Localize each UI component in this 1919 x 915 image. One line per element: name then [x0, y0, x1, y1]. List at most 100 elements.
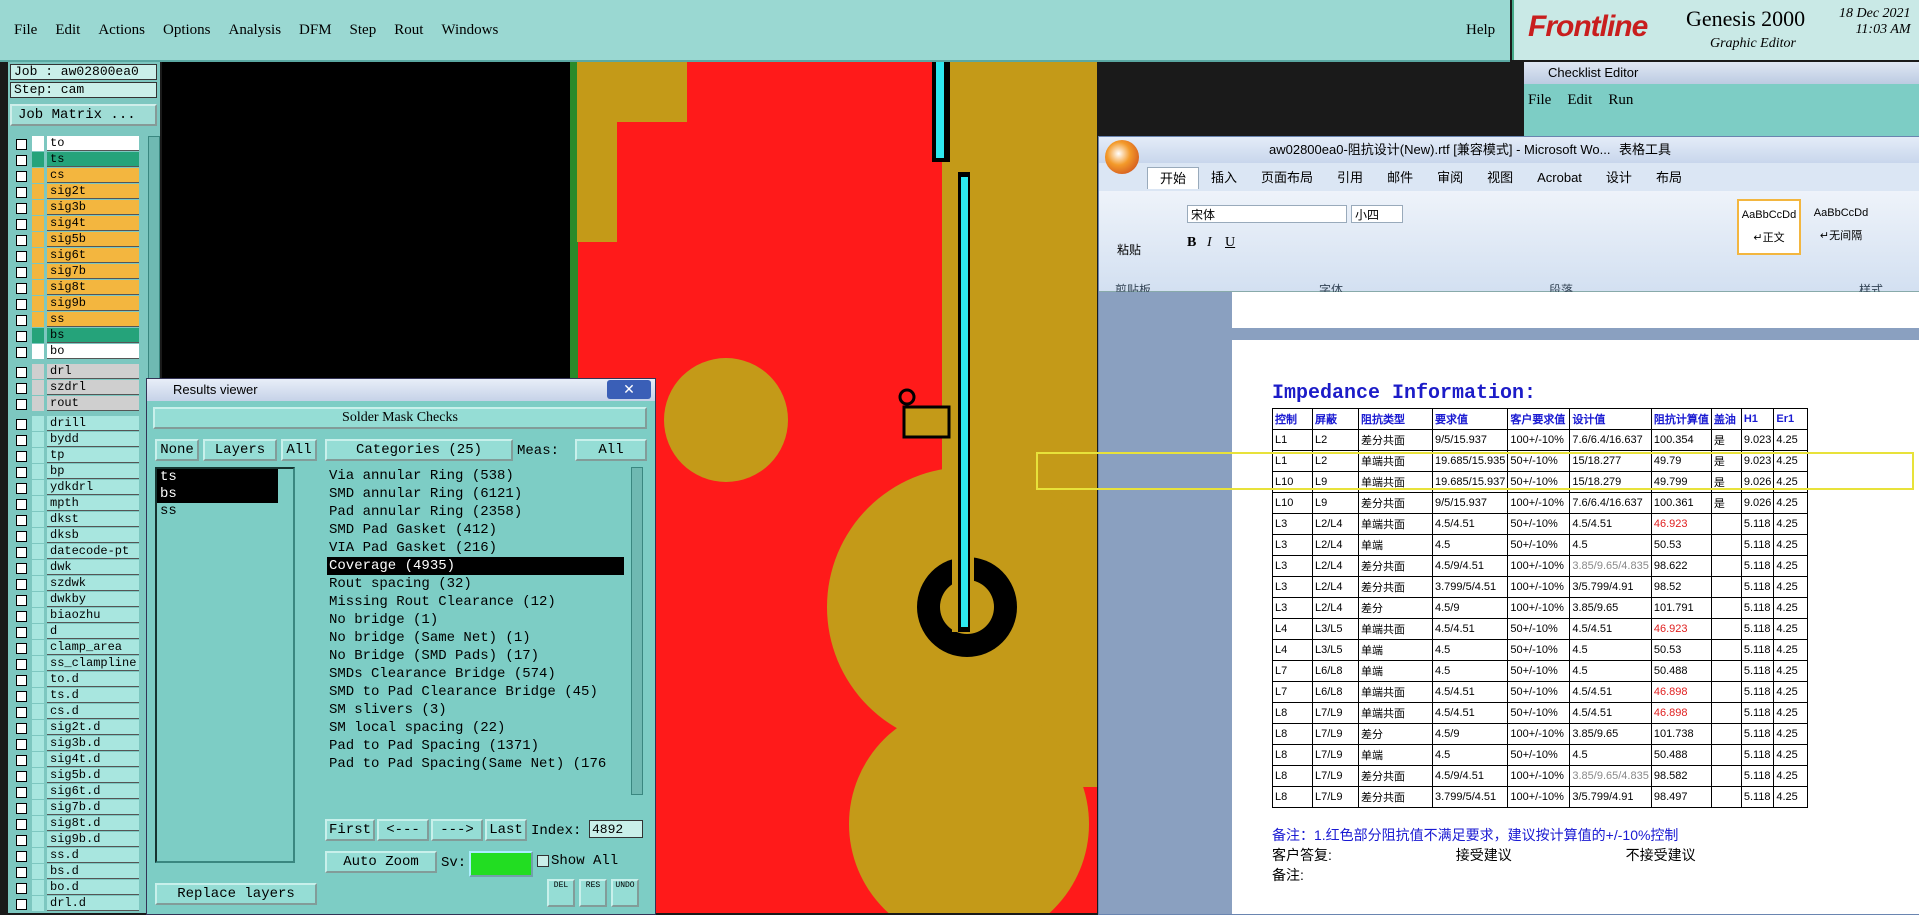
- layer-row[interactable]: cs: [10, 168, 142, 184]
- layer-checkbox[interactable]: [16, 643, 27, 654]
- layer-checkbox[interactable]: [16, 675, 27, 686]
- prev-button[interactable]: <---: [377, 819, 429, 841]
- layer-checkbox[interactable]: [16, 383, 27, 394]
- layer-row[interactable]: dkst: [10, 512, 142, 528]
- layer-checkbox[interactable]: [16, 367, 27, 378]
- menu-actions[interactable]: Actions: [98, 22, 145, 39]
- layer-row[interactable]: ss_clampline: [10, 656, 142, 672]
- category-item[interactable]: SMD to Pad Clearance Bridge (45): [327, 683, 639, 701]
- layer-checkbox[interactable]: [16, 819, 27, 830]
- layer-row[interactable]: szdrl: [10, 380, 142, 396]
- replace-layers-dropdown[interactable]: Replace layers: [155, 883, 317, 905]
- layer-row[interactable]: to.d: [10, 672, 142, 688]
- layer-checkbox[interactable]: [16, 499, 27, 510]
- layer-checkbox[interactable]: [16, 515, 27, 526]
- layer-checkbox[interactable]: [16, 399, 27, 410]
- category-item[interactable]: No bridge (1): [327, 611, 639, 629]
- paste-button[interactable]: 粘贴: [1117, 241, 1141, 258]
- layer-checkbox[interactable]: [16, 707, 27, 718]
- layer-row[interactable]: drill: [10, 416, 142, 432]
- menu-options[interactable]: Options: [163, 22, 211, 39]
- layer-row[interactable]: ts.d: [10, 688, 142, 704]
- next-button[interactable]: --->: [431, 819, 483, 841]
- layer-row[interactable]: sig4t.d: [10, 752, 142, 768]
- all-button[interactable]: All: [281, 439, 317, 461]
- first-button[interactable]: First: [325, 819, 375, 841]
- show-all-checkbox[interactable]: [537, 855, 549, 867]
- category-item[interactable]: Pad to Pad Spacing (1371): [327, 737, 639, 755]
- menu-rout[interactable]: Rout: [394, 22, 423, 39]
- layer-checkbox[interactable]: [16, 451, 27, 462]
- layer-checkbox[interactable]: [16, 867, 27, 878]
- layer-checkbox[interactable]: [16, 235, 27, 246]
- layer-row[interactable]: dwk: [10, 560, 142, 576]
- layer-row[interactable]: sig2t.d: [10, 720, 142, 736]
- layer-row[interactable]: sig4t: [10, 216, 142, 232]
- checklist-menu-run[interactable]: Run: [1608, 92, 1633, 108]
- sv-color-dropdown[interactable]: [469, 851, 533, 877]
- layer-row[interactable]: bs.d: [10, 864, 142, 880]
- category-item[interactable]: Coverage (4935): [327, 557, 624, 575]
- category-item[interactable]: Rout spacing (32): [327, 575, 639, 593]
- layer-row[interactable]: rout: [10, 396, 142, 412]
- layer-row[interactable]: sig5b.d: [10, 768, 142, 784]
- layer-row[interactable]: sig6t.d: [10, 784, 142, 800]
- layer-row[interactable]: sig5b: [10, 232, 142, 248]
- layer-row[interactable]: sig9b: [10, 296, 142, 312]
- ribbon-tab[interactable]: 审阅: [1425, 167, 1475, 189]
- layer-checkbox[interactable]: [16, 563, 27, 574]
- layer-checkbox[interactable]: [16, 155, 27, 166]
- ribbon-tab[interactable]: 邮件: [1375, 167, 1425, 189]
- layer-checkbox[interactable]: [16, 883, 27, 894]
- style-no-spacing[interactable]: AaBbCcDd ↵无间隔: [1807, 199, 1875, 263]
- font-size-box[interactable]: 小四: [1351, 205, 1403, 223]
- results-viewer-titlebar[interactable]: Results viewer ✕: [147, 379, 655, 401]
- word-titlebar[interactable]: aw02800ea0-阻抗设计(New).rtf [兼容模式] - Micros…: [1099, 137, 1919, 163]
- checklist-menu-file[interactable]: File: [1528, 92, 1551, 108]
- document-page[interactable]: Impedance Information: 控制 屏蔽 阻抗类型 要求值 客户要求值设…: [1232, 340, 1919, 914]
- result-layer-item[interactable]: bs: [157, 486, 278, 503]
- layer-row[interactable]: tp: [10, 448, 142, 464]
- checklist-menu-edit[interactable]: Edit: [1567, 92, 1592, 108]
- layer-row[interactable]: biaozhu: [10, 608, 142, 624]
- layer-checkbox[interactable]: [16, 627, 27, 638]
- category-item[interactable]: VIA Pad Gasket (216): [327, 539, 639, 557]
- layer-checkbox[interactable]: [16, 755, 27, 766]
- layer-checkbox[interactable]: [16, 315, 27, 326]
- layer-row[interactable]: ss.d: [10, 848, 142, 864]
- layer-row[interactable]: bs: [10, 328, 142, 344]
- ribbon-tab[interactable]: 引用: [1325, 167, 1375, 189]
- layer-row[interactable]: bydd: [10, 432, 142, 448]
- layer-row[interactable]: clamp_area: [10, 640, 142, 656]
- ribbon-tab[interactable]: 视图: [1475, 167, 1525, 189]
- layer-row[interactable]: sig7b.d: [10, 800, 142, 816]
- layer-checkbox[interactable]: [16, 851, 27, 862]
- layer-row[interactable]: ss: [10, 312, 142, 328]
- result-layer-item[interactable]: ss: [157, 503, 293, 520]
- office-button-icon[interactable]: [1105, 140, 1139, 174]
- layer-row[interactable]: sig3b.d: [10, 736, 142, 752]
- category-item[interactable]: Pad to Pad Spacing(Same Net) (176: [327, 755, 639, 773]
- category-item[interactable]: No bridge (Same Net) (1): [327, 629, 639, 647]
- layer-checkbox[interactable]: [16, 723, 27, 734]
- menu-edit[interactable]: Edit: [55, 22, 80, 39]
- layer-row[interactable]: drl.d: [10, 896, 142, 912]
- category-scrollbar[interactable]: [631, 467, 643, 795]
- layer-checkbox[interactable]: [16, 611, 27, 622]
- layer-checkbox[interactable]: [16, 595, 27, 606]
- categories-button[interactable]: Categories (25): [325, 439, 513, 461]
- layer-row[interactable]: ydkdrl: [10, 480, 142, 496]
- layer-checkbox[interactable]: [16, 299, 27, 310]
- category-list[interactable]: Via annular Ring (538) SMD annular Ring (…: [327, 467, 639, 793]
- layer-checkbox[interactable]: [16, 483, 27, 494]
- category-item[interactable]: SM local spacing (22): [327, 719, 639, 737]
- layer-row[interactable]: bo: [10, 344, 142, 360]
- layer-checkbox[interactable]: [16, 419, 27, 430]
- job-matrix-button[interactable]: Job Matrix ...: [10, 104, 157, 126]
- layer-row[interactable]: sig3b: [10, 200, 142, 216]
- layer-checkbox[interactable]: [16, 139, 27, 150]
- layer-row[interactable]: to: [10, 136, 142, 152]
- ribbon-tab[interactable]: 插入: [1199, 167, 1249, 189]
- meas-dropdown[interactable]: All: [575, 439, 647, 461]
- layer-checkbox[interactable]: [16, 187, 27, 198]
